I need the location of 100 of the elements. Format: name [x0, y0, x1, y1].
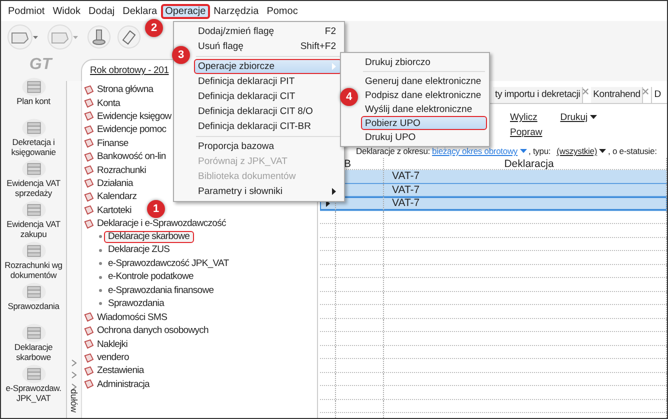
- tab[interactable]: Kontrahend: [591, 86, 644, 102]
- menu-item[interactable]: Usuń flagę Shift+F2: [194, 39, 342, 54]
- menu-bar-item[interactable]: Narzędzia: [210, 4, 263, 18]
- menu-item[interactable]: Operacje zbiorcze: [194, 59, 342, 74]
- sidebar-item-label[interactable]: Rozrachunki wg dokumentów: [1, 261, 66, 280]
- menu-item[interactable]: Proporcja bazowa: [194, 139, 342, 154]
- stack-icon[interactable]: [20, 323, 46, 343]
- tree-item[interactable]: Bankowość on-lin: [97, 151, 166, 162]
- page-icon: [83, 312, 94, 322]
- tree-item[interactable]: Ochrona danych osobowych: [97, 325, 208, 336]
- tree-item[interactable]: vendero: [97, 352, 129, 363]
- menu-item[interactable]: Drukuj UPO: [361, 130, 488, 144]
- stack-icon[interactable]: [20, 241, 46, 261]
- sidebar-item-label[interactable]: Sprawozdania: [1, 302, 66, 312]
- sidebar-item-label[interactable]: Plan kont: [1, 97, 66, 106]
- menu-bar-item[interactable]: Deklara: [118, 4, 162, 18]
- close-icon[interactable]: [642, 88, 650, 95]
- menu-item[interactable]: Drukuj zbiorczo: [361, 55, 488, 69]
- stack-icon[interactable]: [20, 200, 46, 220]
- type-dropdown[interactable]: (wszystkie): [556, 146, 606, 156]
- action-link[interactable]: Popraw: [510, 127, 542, 138]
- tree-item[interactable]: Ewidencje pomoc: [97, 124, 166, 136]
- tree-item[interactable]: e-Sprawozdania finansowe: [104, 284, 218, 297]
- menu-bar-item[interactable]: Widok: [48, 4, 84, 18]
- menu-item[interactable]: Pobierz UPO: [361, 116, 488, 130]
- page-icon: [83, 205, 94, 216]
- tree-item[interactable]: Finanse: [97, 138, 128, 149]
- page-icon: [83, 98, 94, 108]
- stack-icon[interactable]: [20, 159, 46, 179]
- tree-item[interactable]: Wiadomości SMS: [97, 312, 168, 323]
- close-icon[interactable]: [582, 88, 590, 95]
- tree-item[interactable]: Zestawienia: [97, 365, 144, 376]
- caret-icon: [520, 148, 527, 154]
- tab[interactable]: ty importu i dekretacji: [493, 86, 584, 102]
- tree-item[interactable]: Deklaracje skarbowe: [104, 230, 194, 243]
- page-icon: [83, 84, 94, 95]
- filter-label: , typu:: [528, 146, 551, 156]
- menu-item[interactable]: Definicja deklaracji CIT 8/O: [194, 104, 342, 119]
- modules-label[interactable]: dułów: [69, 389, 79, 417]
- tree-item[interactable]: e-Kontrole podatkowe: [104, 271, 198, 284]
- page-icon: [83, 165, 94, 176]
- tree-item[interactable]: Ewidencje księgow: [97, 110, 172, 122]
- column-header[interactable]: Deklaracja: [504, 158, 554, 170]
- menu-bar-item[interactable]: Podmiot: [4, 4, 49, 18]
- stack-icon[interactable]: [20, 364, 46, 384]
- menu-item[interactable]: Definicja deklaracji PIT: [194, 74, 342, 89]
- logo: GT: [29, 56, 52, 74]
- menu-bar-item[interactable]: Pomoc: [262, 4, 302, 18]
- submenu-arrow-icon: [332, 63, 336, 70]
- tree-item[interactable]: Działania: [97, 178, 133, 189]
- tree-item[interactable]: Kartoteki: [97, 204, 132, 216]
- menu-item[interactable]: Generuj dane elektroniczne: [361, 74, 488, 88]
- tree-item[interactable]: Deklaracje i e-Sprawozdawczość: [97, 218, 226, 230]
- stack-icon[interactable]: [20, 282, 46, 302]
- sidebar-item-label[interactable]: Ewidencja VAT sprzedaży: [1, 179, 66, 198]
- tree-item[interactable]: e-Sprawozdawczość JPK_VAT: [104, 258, 233, 270]
- filter-label: Deklaracje z okresu:: [356, 146, 430, 156]
- page-icon: [83, 352, 94, 362]
- bullet-icon: [99, 302, 102, 306]
- column-header[interactable]: B: [344, 158, 352, 170]
- menu-item[interactable]: Dodaj/zmień flagę F2: [194, 24, 342, 39]
- tree-item[interactable]: Konta: [97, 98, 120, 109]
- caret-icon: [599, 148, 606, 154]
- page-icon: [83, 192, 94, 202]
- tree-item[interactable]: Sprawozdania: [104, 298, 168, 310]
- tree-item[interactable]: Rozrachunki: [97, 164, 146, 176]
- stack-icon[interactable]: [20, 77, 46, 97]
- menu-item[interactable]: Podpisz dane elektroniczne: [361, 88, 488, 102]
- period-dropdown[interactable]: bieżący okres obrotowy: [432, 146, 527, 156]
- stamp-icon[interactable]: [87, 25, 111, 49]
- sidebar-item-label[interactable]: Dekretacja i księgowanie: [1, 138, 66, 157]
- sidebar-item-label[interactable]: e-Sprawozdaw. JPK_VAT: [1, 384, 66, 403]
- page-icon: [83, 124, 94, 135]
- tree-item[interactable]: Naklejki: [97, 338, 128, 350]
- tree-item[interactable]: Deklaracje ZUS: [104, 244, 174, 256]
- menu-bar-item[interactable]: Operacje: [161, 4, 210, 18]
- bullet-icon: [99, 289, 102, 292]
- tree-item[interactable]: Strona główna: [97, 84, 154, 96]
- bullet-icon: [99, 262, 102, 266]
- menu-item[interactable]: Definicja deklaracji CIT-BR: [194, 119, 342, 134]
- action-link[interactable]: Wylicz: [510, 112, 542, 123]
- table-cell: VAT-7: [392, 184, 420, 196]
- dropdown-link[interactable]: Drukuj: [560, 112, 597, 123]
- table-cell: VAT-7: [392, 170, 420, 182]
- table-cell: VAT-7: [392, 197, 420, 210]
- tab[interactable]: D: [651, 86, 663, 102]
- tree-item[interactable]: Administracja: [97, 378, 150, 390]
- sidebar-item-label[interactable]: Ewidencja VAT zakupu: [1, 220, 66, 239]
- sidebar-item-label[interactable]: Deklaracje skarbowe: [1, 343, 66, 362]
- tree-item[interactable]: Kalendarz: [97, 191, 137, 202]
- menu-item[interactable]: Definicja deklaracji CIT: [194, 89, 342, 104]
- table-row[interactable]: VAT-7: [320, 197, 667, 210]
- filter-label: , o e-statusie:: [608, 146, 657, 156]
- submenu-arrow-icon: [332, 188, 336, 195]
- menu-bar-item[interactable]: Dodaj: [84, 4, 119, 18]
- page-icon: [83, 111, 94, 122]
- caret-icon: [590, 115, 597, 120]
- stack-icon[interactable]: [20, 118, 46, 138]
- menu-item[interactable]: Wyślij dane elektroniczne: [361, 102, 488, 116]
- page-icon: [83, 339, 94, 350]
